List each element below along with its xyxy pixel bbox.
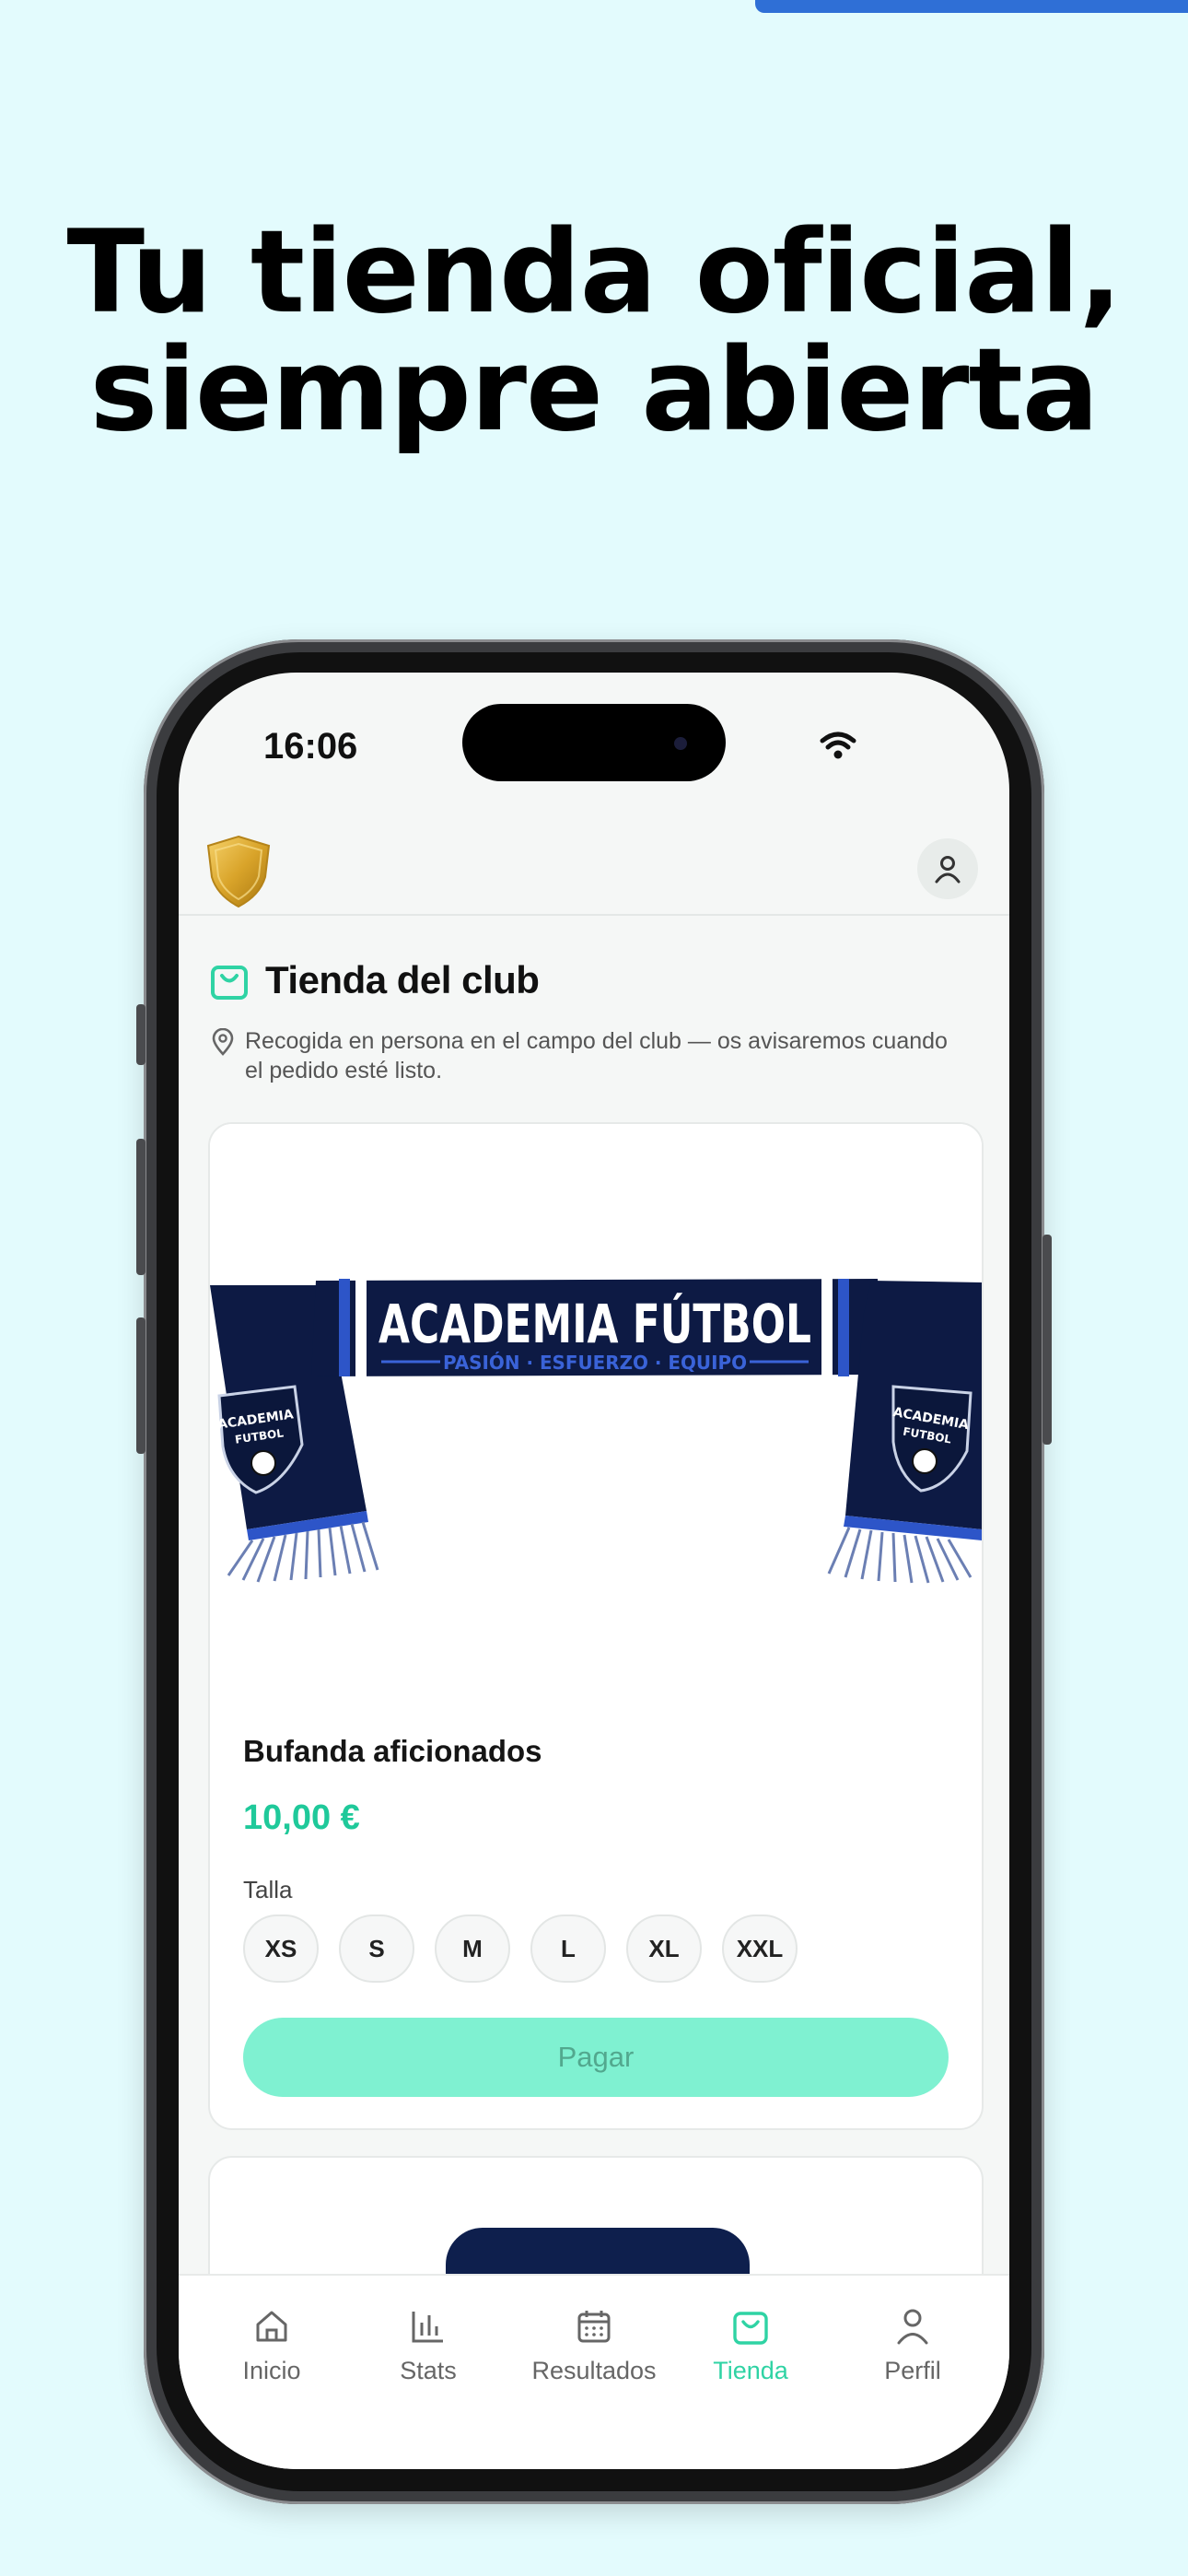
calendar-icon	[577, 2311, 611, 2343]
tab-inicio[interactable]: Inicio	[193, 2303, 350, 2385]
scarf-tagline: PASIÓN · ESFUERZO · EQUIPO	[443, 1352, 747, 1374]
side-button-power	[1042, 1235, 1052, 1445]
product-card: ACADEMIA FUTBOL ACADEMIA FÚTBOL PASIÓN ·…	[208, 1122, 984, 2130]
tab-perfil[interactable]: Perfil	[834, 2303, 991, 2385]
dynamic-island	[462, 704, 726, 781]
pay-button[interactable]: Pagar	[243, 2018, 949, 2097]
side-button-volume-down	[136, 1317, 146, 1454]
product-price: 10,00 €	[243, 1798, 360, 1837]
scarf-image: ACADEMIA FUTBOL ACADEMIA FÚTBOL PASIÓN ·…	[210, 1279, 982, 1584]
marketing-headline: Tu tienda oficial, siempre abierta	[0, 214, 1188, 450]
pickup-note: Recogida en persona en el campo del club…	[212, 1026, 967, 1085]
size-option-xxl[interactable]: XXL	[722, 1914, 798, 1983]
product-image[interactable]: ACADEMIA FUTBOL ACADEMIA FÚTBOL PASIÓN ·…	[210, 1124, 982, 1693]
size-label: Talla	[243, 1876, 293, 1903]
status-time: 16:06	[263, 726, 358, 767]
size-option-xl[interactable]: XL	[626, 1914, 702, 1983]
side-button-action	[136, 1004, 146, 1065]
corner-accent	[755, 0, 1188, 13]
size-options: XS S M L XL XXL	[243, 1914, 818, 1983]
size-option-xs[interactable]: XS	[243, 1914, 319, 1983]
tab-resultados[interactable]: Resultados	[516, 2303, 672, 2385]
tab-inicio-label: Inicio	[242, 2357, 301, 2384]
store-header: Tienda del club	[210, 958, 540, 1002]
store-title: Tienda del club	[265, 958, 540, 1001]
bar-chart-icon	[412, 2312, 443, 2343]
app-header	[179, 811, 1009, 916]
user-icon	[897, 2309, 928, 2345]
phone-screen: 16:06 Tienda del club Recogida en person…	[179, 673, 1009, 2469]
size-option-l[interactable]: L	[530, 1914, 606, 1983]
tab-perfil-label: Perfil	[884, 2357, 941, 2384]
profile-button[interactable]	[917, 838, 978, 899]
tab-tienda[interactable]: Tienda	[672, 2303, 829, 2385]
user-icon	[935, 856, 961, 884]
scarf-main-text: ACADEMIA FÚTBOL	[379, 1292, 811, 1355]
location-pin-icon	[212, 1028, 234, 1056]
headline-line-2: siempre abierta	[89, 324, 1100, 457]
size-option-m[interactable]: M	[435, 1914, 510, 1983]
size-option-s[interactable]: S	[339, 1914, 414, 1983]
tab-stats[interactable]: Stats	[350, 2303, 507, 2385]
wifi-icon	[820, 732, 856, 759]
pickup-text: Recogida en persona en el campo del club…	[245, 1028, 948, 1083]
bottom-tab-bar: Inicio Stats Resultados Tienda Perfil	[179, 2274, 1009, 2469]
tab-resultados-label: Resultados	[531, 2357, 657, 2384]
club-shield-icon[interactable]	[204, 835, 273, 908]
side-button-volume-up	[136, 1139, 146, 1275]
product-name: Bufanda aficionados	[243, 1734, 542, 1768]
tab-stats-label: Stats	[400, 2357, 457, 2384]
shopping-bag-icon	[733, 2312, 768, 2345]
headline-line-1: Tu tienda oficial,	[66, 206, 1122, 339]
home-icon	[256, 2311, 287, 2342]
tab-tienda-label: Tienda	[713, 2357, 788, 2384]
shopping-bag-icon	[211, 966, 248, 1000]
